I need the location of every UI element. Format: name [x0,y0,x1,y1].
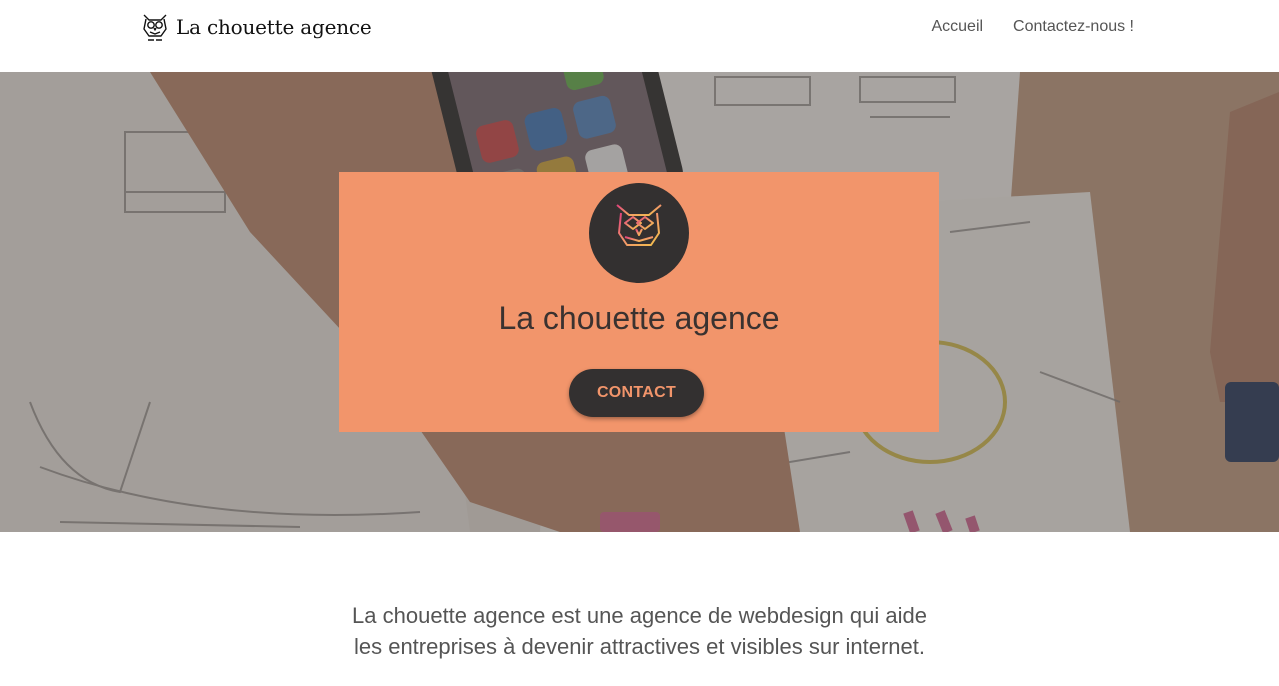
brand-name: La chouette agence [176,15,372,39]
site-header: La chouette agence Accueil Contactez-nou… [0,0,1279,72]
nav-item-contact[interactable]: Contactez-nous ! [1013,18,1134,36]
hero-title: La chouette agence [498,300,780,336]
nav-item-accueil[interactable]: Accueil [931,18,983,36]
contact-button[interactable]: CONTACT [569,369,704,417]
owl-logo-icon [616,204,662,258]
main-nav: Accueil Contactez-nous ! [931,18,1134,36]
intro-line: La chouette agence est une agence de web… [352,603,927,628]
owl-logo-icon [143,14,167,41]
hero-card: La chouette agence CONTACT [339,172,939,432]
brand-link[interactable]: La chouette agence [140,10,372,44]
intro-text: La chouette agence est une agence de web… [0,600,1279,662]
owl-badge [589,183,689,283]
intro-line: les entreprises à devenir attractives et… [353,634,926,659]
hero-section: La chouette agence CONTACT [0,72,1279,532]
